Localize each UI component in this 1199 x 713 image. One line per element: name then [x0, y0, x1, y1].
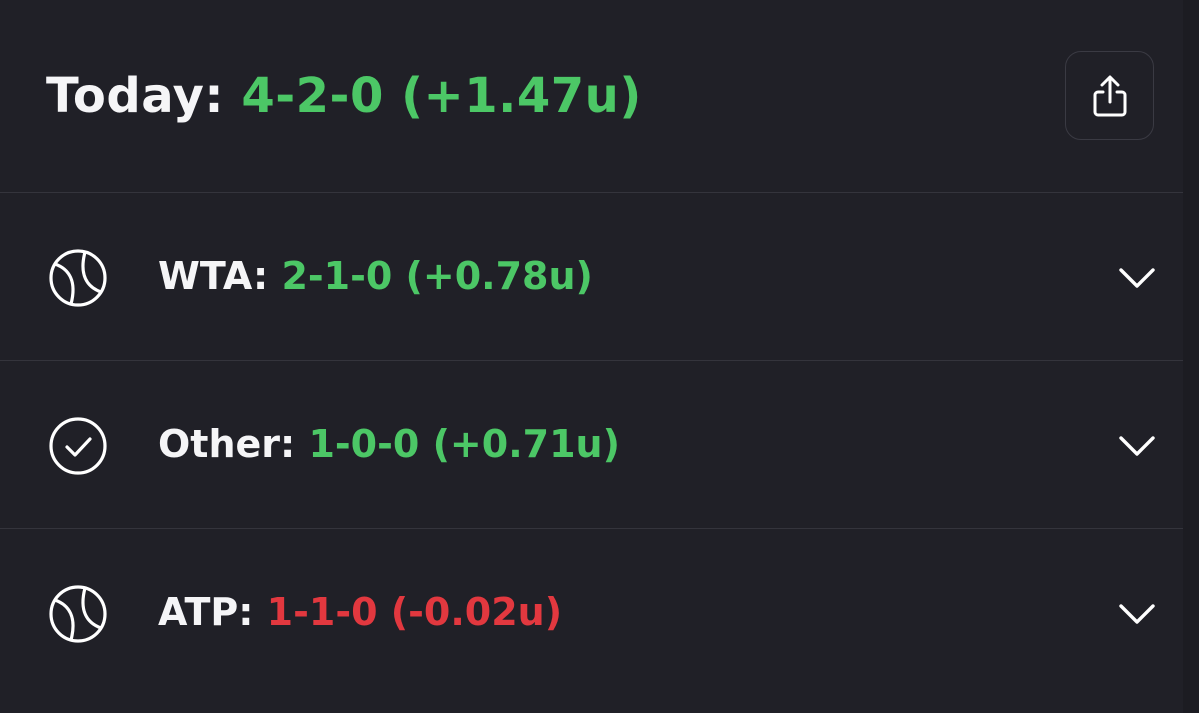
chevron-down-icon[interactable] — [1118, 427, 1156, 465]
category-name: WTA: — [158, 254, 269, 298]
category-label: Other: 1-0-0 (+0.71u) — [158, 419, 620, 469]
page-title: Today: 4-2-0 (+1.47u) — [46, 64, 642, 128]
tennis-ball-icon — [49, 585, 107, 643]
today-record: 4-2-0 (+1.47u) — [241, 68, 642, 124]
share-icon — [1093, 75, 1126, 116]
category-row-other[interactable]: Other: 1-0-0 (+0.71u) — [0, 361, 1183, 529]
category-name: Other: — [158, 422, 296, 466]
chevron-down-icon[interactable] — [1118, 595, 1156, 633]
results-page: Today: 4-2-0 (+1.47u) WTA: 2-1-0 (+0.78u… — [0, 0, 1199, 713]
category-record: 1-1-0 (-0.02u) — [266, 590, 563, 634]
category-label: ATP: 1-1-0 (-0.02u) — [158, 587, 562, 637]
summary-header: Today: 4-2-0 (+1.47u) — [0, 0, 1183, 193]
category-name: ATP: — [158, 590, 254, 634]
chevron-down-icon[interactable] — [1118, 259, 1156, 297]
today-label: Today: — [46, 68, 225, 124]
category-row-wta[interactable]: WTA: 2-1-0 (+0.78u) — [0, 193, 1183, 361]
scroll-edge — [1183, 0, 1199, 713]
tennis-ball-icon — [49, 249, 107, 307]
category-label: WTA: 2-1-0 (+0.78u) — [158, 251, 593, 301]
category-record: 1-0-0 (+0.71u) — [308, 422, 620, 466]
check-circle-icon — [49, 417, 107, 475]
share-button[interactable] — [1065, 51, 1154, 140]
category-record: 2-1-0 (+0.78u) — [281, 254, 593, 298]
category-row-atp[interactable]: ATP: 1-1-0 (-0.02u) — [0, 529, 1183, 697]
